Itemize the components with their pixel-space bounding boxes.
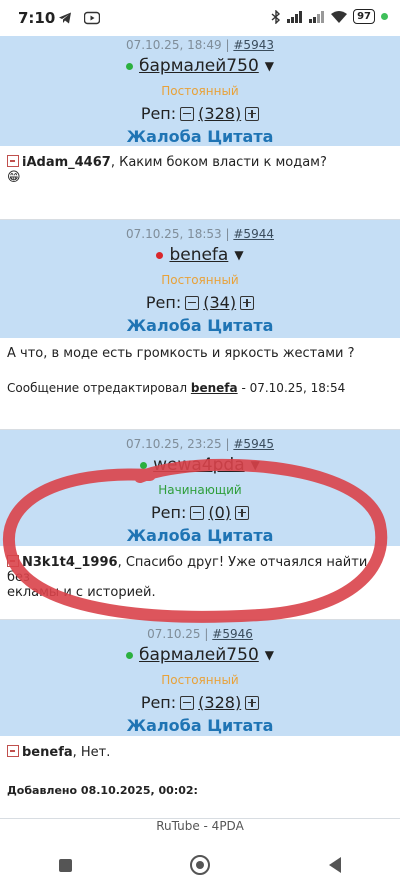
signal-icon-2 [309,10,325,23]
rep-value-link[interactable]: (0) [208,503,231,522]
post-actions[interactable]: Жалоба Цитата [0,526,400,545]
online-status-icon [140,461,148,469]
telegram-icon [59,12,71,24]
post-header: 07.10.25, 23:25 | #5945 wewa4pda ▼ Начин… [0,430,400,547]
post-number-link[interactable]: #5945 [233,437,274,451]
post-number-link[interactable]: #5944 [233,227,274,241]
post-actions[interactable]: Жалоба Цитата [0,716,400,735]
post-date: 07.10.25, 23:25 [126,437,222,451]
username-link[interactable]: бармалей750 [139,645,259,665]
post-header: 07.10.25 | #5946 бармалей750 ▼ Постоянны… [0,620,400,737]
username-link[interactable]: benefa [169,245,228,265]
home-icon[interactable] [190,855,211,875]
rep-minus-icon[interactable] [180,106,195,121]
post-body: N3k1t4_1996, Спасибо друг! Уже отчаялся … [0,546,400,620]
user-rank: Постоянный [161,673,239,687]
post-text-line2: екламы и с историей. [7,585,156,600]
rep-label: Реп: [150,503,187,522]
chevron-down-icon[interactable]: ▼ [265,648,274,662]
chevron-down-icon[interactable]: ▼ [251,458,260,472]
post-text: А что, в моде есть громкость и яркость ж… [7,346,355,361]
post-date: 07.10.25, 18:53 [126,227,222,241]
rep-minus-icon[interactable] [190,505,205,520]
clock: 7:10 [18,9,56,27]
rep-value-link[interactable]: (328) [198,693,241,712]
quoted-user[interactable]: benefa [22,745,73,760]
user-rank: Постоянный [161,84,239,98]
user-rank: Постоянный [161,273,239,287]
quoted-user[interactable]: iAdam_4467 [22,155,111,170]
post-header: 07.10.25, 18:49 | #5943 бармалей750 ▼ По… [0,36,400,147]
page-title: RuTube - 4PDA [0,819,400,841]
rep-label: Реп: [140,693,177,712]
youtube-icon [84,11,100,25]
status-bar: 7:10 97 [0,0,400,36]
emoji: 😁 [7,170,21,185]
post-actions[interactable]: Жалоба Цитата [0,127,400,146]
online-status-icon [126,651,133,659]
rep-value-link[interactable]: (328) [198,104,241,123]
android-nav-bar [0,841,400,889]
forum-thread[interactable]: 07.10.25, 18:49 | #5943 бармалей750 ▼ По… [0,36,400,819]
rep-plus-icon[interactable] [245,106,260,121]
post-body: benefa, Нет. Добавлено 08.10.2025, 00:02… [0,736,400,819]
rep-plus-icon[interactable] [245,695,260,710]
post-text: , Каким боком власти к модам? [110,155,327,170]
quote-icon[interactable] [7,155,19,167]
signal-icon-1 [287,10,303,23]
username-link[interactable]: бармалей750 [139,56,259,76]
rep-plus-icon[interactable] [240,295,255,310]
chevron-down-icon[interactable]: ▼ [234,248,243,262]
post-body: А что, в моде есть громкость и яркость ж… [0,338,400,430]
post-number-link[interactable]: #5946 [212,627,253,641]
rep-value-link[interactable]: (34) [203,293,236,312]
rep-label: Реп: [140,104,177,123]
rep-label: Реп: [145,293,182,312]
rep-minus-icon[interactable] [180,695,195,710]
editor-link[interactable]: benefa [191,381,238,395]
post-number-link[interactable]: #5943 [233,38,274,52]
privacy-indicator-dot [381,13,388,20]
rep-minus-icon[interactable] [185,295,200,310]
quoted-user[interactable]: N3k1t4_1996 [22,555,118,570]
recents-icon[interactable] [59,858,73,872]
quote-icon[interactable] [7,745,19,757]
wifi-icon [331,10,348,23]
post-date: 07.10.25 [147,627,201,641]
rep-plus-icon[interactable] [235,505,249,520]
chevron-down-icon[interactable]: ▼ [265,59,274,73]
post-actions[interactable]: Жалоба Цитата [0,316,400,335]
bluetooth-icon [271,9,281,24]
edit-note: Сообщение отредактировал benefa - 07.10.… [7,381,346,395]
offline-status-icon [156,251,164,259]
post-body: iAdam_4467, Каким боком власти к модам? … [0,146,400,220]
user-rank: Начинающий [158,483,242,497]
post-header: 07.10.25, 18:53 | #5944 benefa ▼ Постоян… [0,220,400,339]
back-icon[interactable] [328,857,341,873]
battery-indicator: 97 [353,9,375,24]
added-note: Добавлено 08.10.2025, 00:02: [7,784,198,797]
post-text: , Нет. [72,745,111,760]
quote-icon[interactable] [7,555,19,567]
username-link[interactable]: wewa4pda [153,455,245,475]
post-date: 07.10.25, 18:49 [126,38,222,52]
online-status-icon [126,62,133,70]
